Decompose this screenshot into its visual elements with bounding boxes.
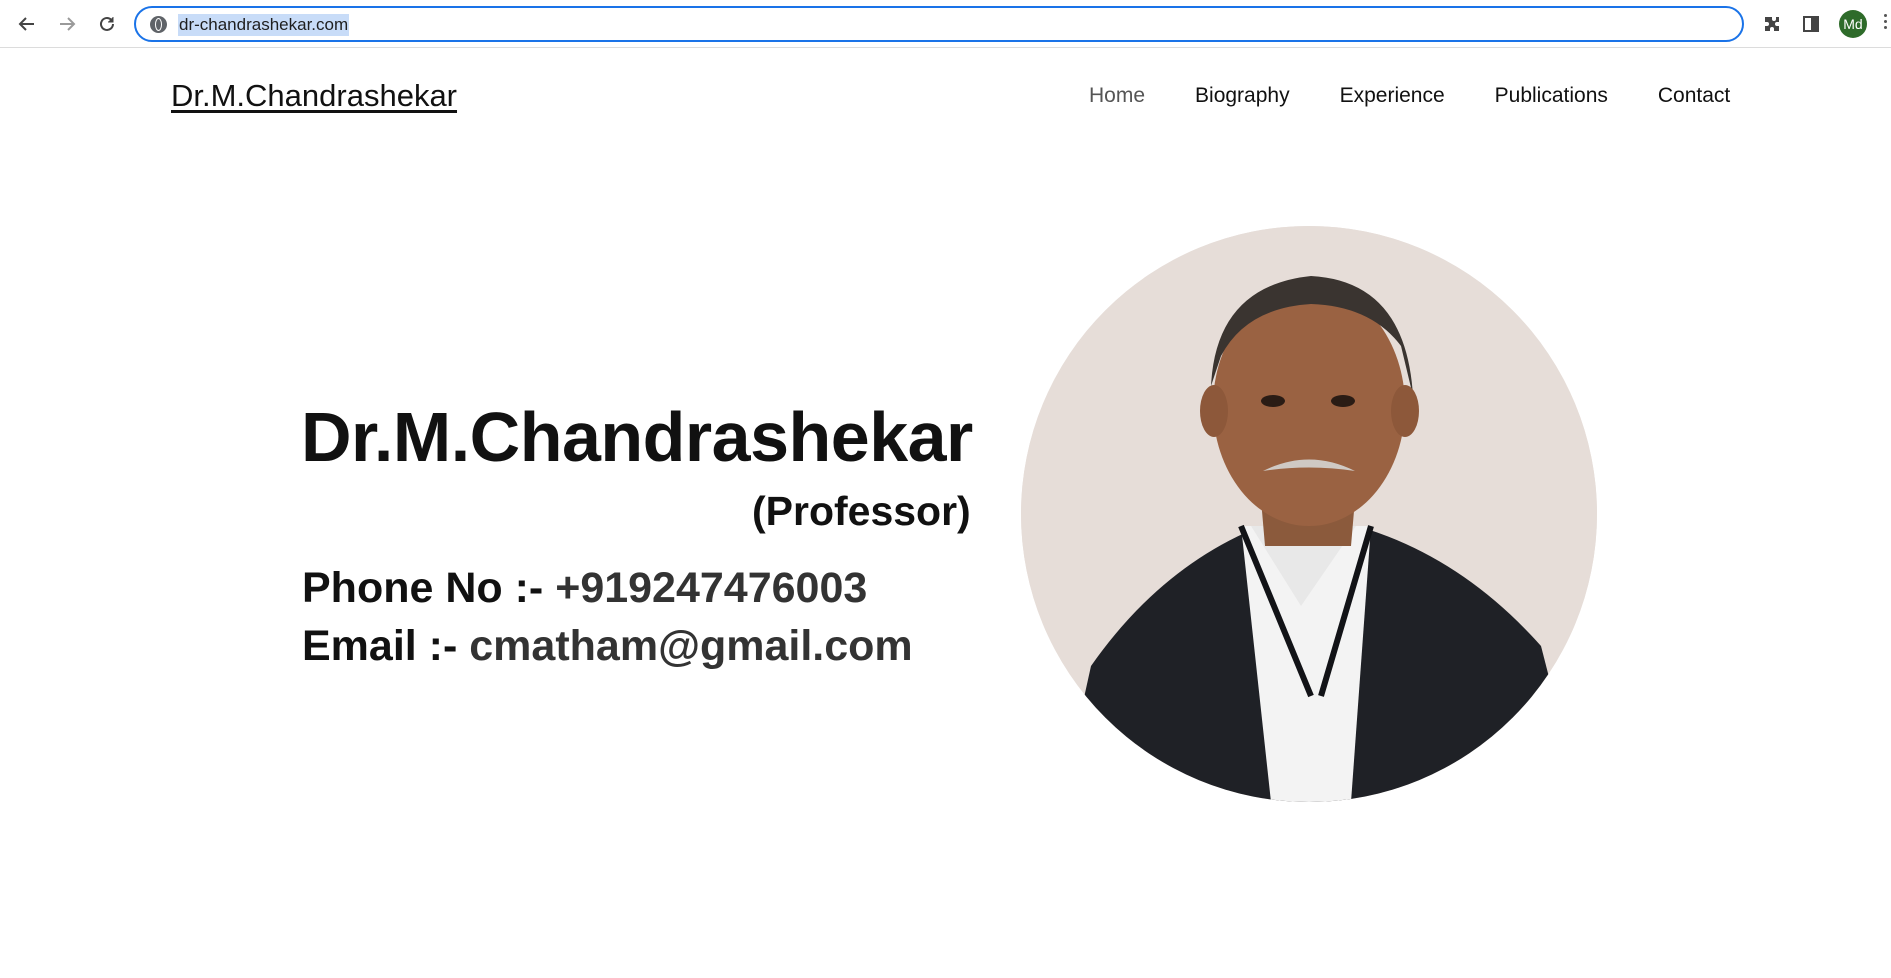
site-brand-link[interactable]: Dr.M.Chandrashekar <box>171 78 457 114</box>
side-panel-icon[interactable] <box>1797 10 1825 38</box>
url-text[interactable]: dr-chandrashekar.com <box>178 14 350 36</box>
nav-experience[interactable]: Experience <box>1340 84 1445 108</box>
email-line: Email :- cmatham@gmail.com <box>302 622 913 671</box>
hero-name: Dr.M.Chandrashekar <box>301 398 973 476</box>
address-bar[interactable]: dr-chandrashekar.com <box>134 6 1744 42</box>
main-nav: Home Biography Experience Publications C… <box>1089 84 1730 108</box>
phone-line: Phone No :- +919247476003 <box>302 564 867 613</box>
nav-publications[interactable]: Publications <box>1495 84 1608 108</box>
forward-icon[interactable] <box>50 8 84 40</box>
email-value: cmatham@gmail.com <box>469 622 913 670</box>
nav-home[interactable]: Home <box>1089 84 1145 108</box>
email-label: Email :- <box>302 622 458 670</box>
browser-toolbar: dr-chandrashekar.com Md <box>0 0 1891 48</box>
reload-icon[interactable] <box>90 8 124 40</box>
hero-title: (Professor) <box>752 488 971 534</box>
phone-label: Phone No :- <box>302 564 544 612</box>
site-info-icon[interactable] <box>150 16 167 33</box>
profile-avatar[interactable]: Md <box>1839 10 1867 38</box>
phone-value: +919247476003 <box>555 564 868 612</box>
nav-biography[interactable]: Biography <box>1195 84 1290 108</box>
back-icon[interactable] <box>10 8 44 40</box>
nav-contact[interactable]: Contact <box>1658 84 1730 108</box>
extensions-icon[interactable] <box>1758 10 1786 38</box>
menu-dots-icon[interactable] <box>1884 14 1887 17</box>
profile-photo <box>1021 226 1597 802</box>
